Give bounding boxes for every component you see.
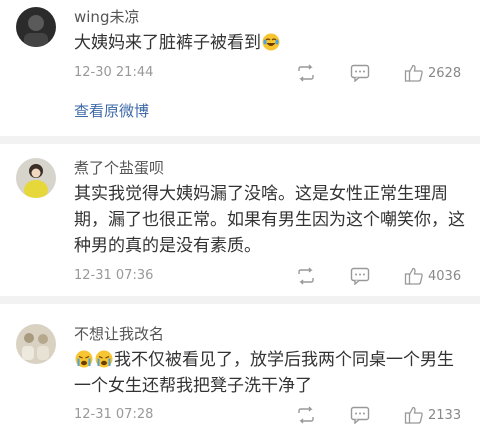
like-button[interactable]: 2628 <box>404 62 461 84</box>
comment-icon <box>350 406 370 424</box>
like-count: 2628 <box>428 65 462 81</box>
repost-button[interactable] <box>296 265 316 287</box>
comment-button[interactable] <box>350 404 370 426</box>
comment-icon <box>350 267 370 285</box>
repost-button[interactable] <box>296 404 316 426</box>
avatar[interactable] <box>16 324 56 364</box>
view-original-link[interactable]: 查看原微博 <box>74 100 149 121</box>
timestamp: 12-31 07:28 <box>74 407 154 422</box>
comment-meta: 12-31 07:28 2133 <box>74 404 470 426</box>
timestamp: 12-30 21:44 <box>74 65 154 80</box>
like-count: 4036 <box>428 268 462 284</box>
thumbs-up-icon <box>404 406 423 424</box>
cry-emoji <box>75 350 93 368</box>
comment-button[interactable] <box>350 265 370 287</box>
laugh-cry-emoji <box>262 33 280 51</box>
like-button[interactable]: 4036 <box>404 265 461 287</box>
comment-icon <box>350 64 370 82</box>
divider <box>0 136 480 144</box>
username[interactable]: wing未凉 <box>74 7 139 27</box>
avatar[interactable] <box>16 7 56 47</box>
comment-meta: 12-31 07:36 4036 <box>74 265 470 287</box>
comment-text: 大姨妈来了脏裤子被看到 <box>74 30 470 56</box>
thumbs-up-icon <box>404 267 423 285</box>
thumbs-up-icon <box>404 64 423 82</box>
comment-text: 我不仅被看见了，放学后我两个同桌一个男生一个女生还帮我把凳子洗干净了 <box>74 347 470 399</box>
comment-meta: 12-30 21:44 2628 <box>74 62 470 84</box>
repost-icon <box>298 267 314 285</box>
divider <box>0 296 480 304</box>
repost-icon <box>298 406 314 424</box>
avatar[interactable] <box>16 158 56 198</box>
repost-icon <box>298 64 314 82</box>
repost-button[interactable] <box>296 62 316 84</box>
comment-item: 不想让我改名 我不仅被看见了，放学后我两个同桌一个男生一个女生还帮我把凳子洗干净… <box>0 304 480 445</box>
comment-button[interactable] <box>350 62 370 84</box>
like-count: 2133 <box>428 407 462 423</box>
comment-item: wing未凉 大姨妈来了脏裤子被看到 12-30 21:44 2628 查看原微… <box>0 0 480 136</box>
comment-feed: wing未凉 大姨妈来了脏裤子被看到 12-30 21:44 2628 查看原微… <box>0 0 480 445</box>
comment-text: 其实我觉得大姨妈漏了没啥。这是女性正常生理周期，漏了也很正常。如果有男生因为这个… <box>74 184 465 256</box>
timestamp: 12-31 07:36 <box>74 268 154 283</box>
username[interactable]: 煮了个盐蛋呗 <box>74 158 164 178</box>
comment-text-body: 我不仅被看见了，放学后我两个同桌一个男生一个女生还帮我把凳子洗干净了 <box>74 350 454 396</box>
comment-text-body: 大姨妈来了脏裤子被看到 <box>74 33 261 53</box>
cry-emoji <box>95 350 113 368</box>
like-button[interactable]: 2133 <box>404 404 461 426</box>
username[interactable]: 不想让我改名 <box>74 324 164 344</box>
comment-item: 煮了个盐蛋呗 其实我觉得大姨妈漏了没啥。这是女性正常生理周期，漏了也很正常。如果… <box>0 144 480 296</box>
